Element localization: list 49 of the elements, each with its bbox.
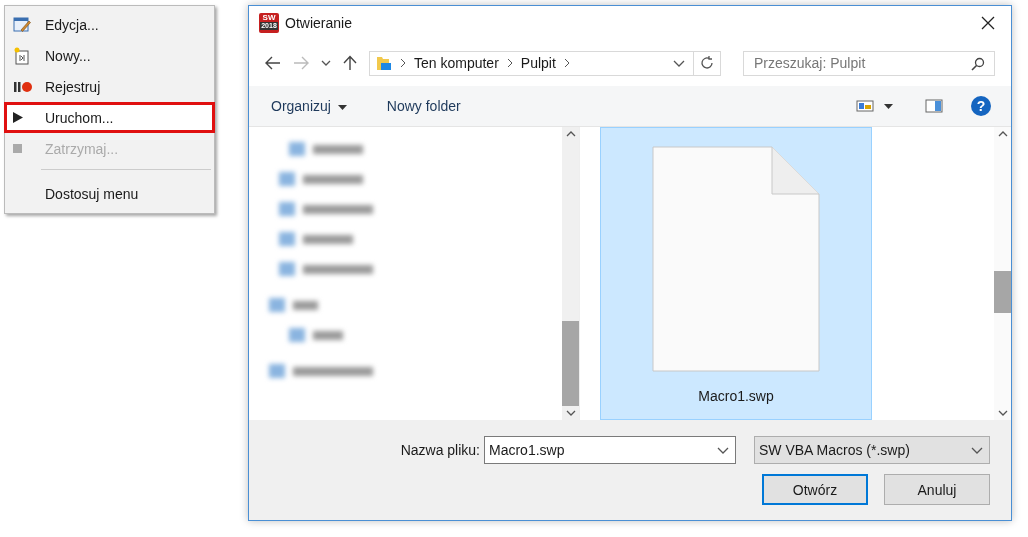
scrollbar-thumb[interactable] (994, 271, 1011, 313)
search-icon (971, 56, 985, 71)
new-folder-button[interactable]: Nowy folder (378, 94, 469, 118)
breadcrumb-item[interactable]: Pulpit (520, 55, 556, 71)
chevron-down-icon[interactable] (673, 59, 685, 67)
menu-item[interactable]: Uruchom... (4, 102, 215, 133)
file-type-dropdown[interactable]: SW VBA Macros (*.swp) (754, 436, 990, 464)
desktop-folder-icon (376, 55, 392, 71)
view-options-icon[interactable] (856, 99, 874, 113)
scroll-up-icon[interactable] (997, 131, 1008, 137)
scrollbar[interactable] (562, 127, 579, 420)
caret-icon (337, 104, 347, 110)
scrollbar[interactable] (994, 127, 1011, 420)
document-icon (652, 146, 820, 372)
dialog-button[interactable]: Anuluj (884, 474, 990, 505)
scrollbar-thumb[interactable] (562, 321, 579, 406)
menu-item[interactable]: Nowy... (4, 40, 215, 71)
scroll-down-icon[interactable] (565, 410, 576, 416)
chevron-right-icon (400, 58, 406, 68)
organize-menu-button[interactable]: Organizuj (263, 94, 355, 118)
chevron-down-icon[interactable] (717, 446, 729, 454)
menu-item[interactable]: Dostosuj menu (4, 178, 215, 209)
close-icon[interactable] (981, 16, 995, 30)
play-icon (13, 112, 23, 123)
breadcrumb-item[interactable]: Ten komputer (414, 55, 499, 71)
search-field[interactable]: Przeszukaj: Pulpit (743, 50, 995, 76)
record-icon (13, 80, 33, 93)
chevron-down-icon[interactable] (971, 446, 983, 454)
chevron-right-icon (563, 58, 570, 68)
menu-item[interactable]: Edycja... (4, 9, 215, 40)
file-name-field[interactable]: Macro1.swp (484, 436, 736, 464)
preview-pane-icon[interactable] (925, 99, 943, 113)
up-arrow-icon[interactable] (343, 55, 357, 71)
scroll-down-icon[interactable] (997, 410, 1008, 416)
back-arrow-icon[interactable] (265, 56, 281, 70)
dialog-button[interactable]: Otwórz (762, 474, 868, 505)
address-bar[interactable]: Ten komputer Pulpit (369, 50, 721, 76)
stop-icon (13, 144, 22, 153)
menu-item[interactable]: Rejestruj (4, 71, 215, 102)
file-item[interactable]: Macro1.swp (600, 127, 872, 420)
scroll-up-icon[interactable] (565, 131, 576, 137)
edit-macro-icon (13, 15, 31, 34)
caret-icon[interactable] (884, 103, 893, 109)
new-macro-icon (13, 46, 31, 65)
chevron-right-icon (506, 58, 513, 68)
chevron-down-icon[interactable] (321, 60, 331, 66)
window-title: Otwieranie (285, 15, 352, 31)
help-button[interactable]: ? (971, 96, 991, 116)
file-name-label: Nazwa pliku: (400, 442, 480, 458)
